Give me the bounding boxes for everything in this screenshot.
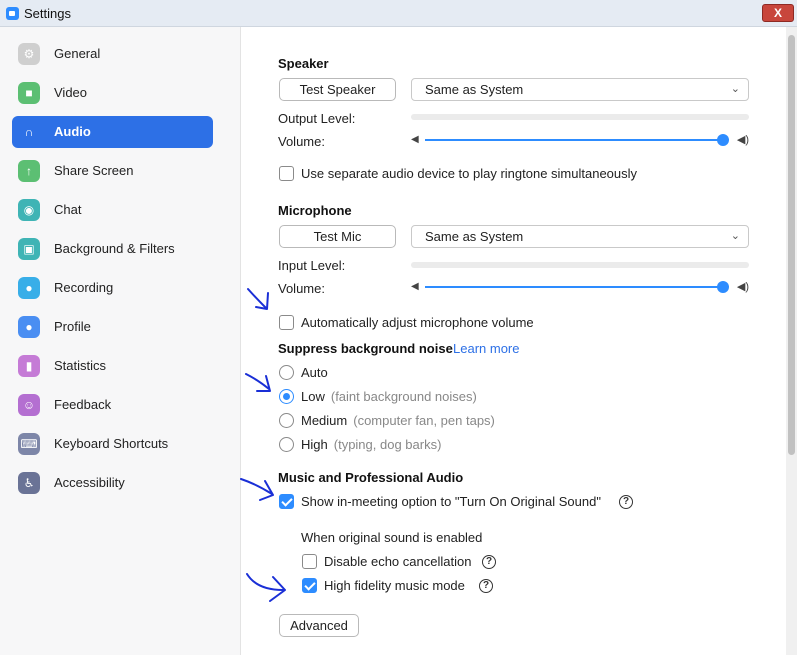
annotation-arrow xyxy=(247,288,269,310)
annotation-arrow xyxy=(246,573,286,602)
annotation-overlay xyxy=(240,288,286,602)
annotation-arrow xyxy=(245,373,271,392)
scrollbar-thumb[interactable] xyxy=(788,35,795,455)
vertical-scrollbar[interactable] xyxy=(786,27,797,655)
annotation-arrow xyxy=(240,478,274,501)
